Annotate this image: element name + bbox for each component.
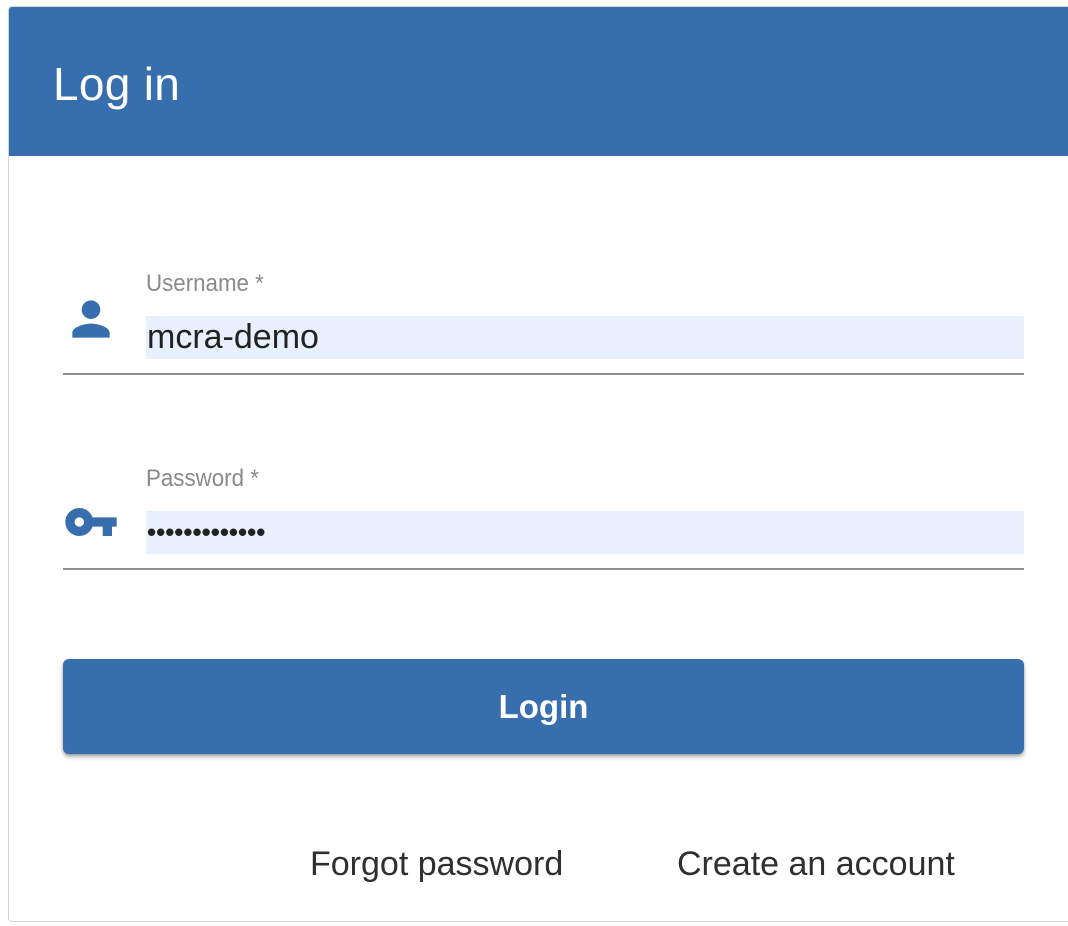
- username-input[interactable]: [146, 316, 1024, 359]
- login-header: Log in: [9, 7, 1068, 156]
- username-field: Username *: [63, 269, 1024, 375]
- forgot-password-link[interactable]: Forgot password: [310, 842, 563, 886]
- password-field: Password *: [63, 464, 1024, 570]
- key-icon: [63, 494, 119, 550]
- password-label: Password *: [146, 465, 259, 492]
- username-underline: [63, 373, 1024, 375]
- create-account-link[interactable]: Create an account: [677, 842, 955, 886]
- password-input[interactable]: [146, 511, 1024, 554]
- username-label: Username *: [146, 270, 264, 297]
- person-icon: [63, 291, 119, 347]
- login-card: Log in Username * Password * Login Forgo…: [8, 6, 1068, 922]
- login-button[interactable]: Login: [63, 659, 1024, 754]
- password-underline: [63, 568, 1024, 570]
- page-title: Log in: [53, 58, 181, 110]
